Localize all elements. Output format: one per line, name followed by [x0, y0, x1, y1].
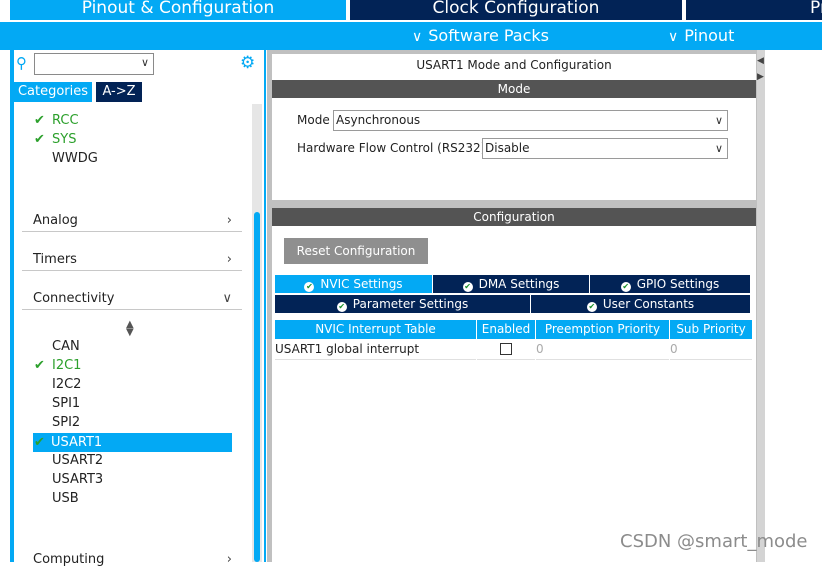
tree-item-usart1[interactable]: ✔ USART1	[33, 433, 232, 452]
pinout-menu[interactable]: ∨ Pinout	[668, 22, 734, 50]
chevron-down-icon: ∨	[668, 29, 679, 45]
tree-item-spi2[interactable]: SPI2	[34, 413, 80, 432]
tab-user-constants[interactable]: ✔ User Constants	[531, 295, 750, 313]
column-header-interrupt[interactable]: NVIC Interrupt Table	[275, 320, 476, 339]
chevron-down-icon: ∨	[222, 291, 232, 306]
tree-item-spi1[interactable]: SPI1	[34, 394, 80, 413]
sort-icon[interactable]: ▲ ▼	[126, 320, 134, 338]
tree-item-usart3[interactable]: USART3	[34, 470, 103, 489]
search-input[interactable]: ∨	[34, 53, 154, 75]
reset-configuration-button[interactable]: Reset Configuration	[284, 238, 428, 264]
gear-icon[interactable]: ⚙	[240, 53, 255, 73]
tree-item-i2c1[interactable]: ✔ I2C1	[34, 356, 81, 375]
check-circle-icon: ✔	[620, 282, 631, 292]
collapse-arrow-icon: ◀	[757, 56, 764, 66]
chevron-right-icon: ›	[226, 252, 232, 267]
watermark: CSDN @smart_mode	[620, 531, 808, 552]
check-circle-icon: ✔	[586, 302, 597, 312]
chevron-down-icon: ∨	[714, 142, 723, 155]
check-circle-icon: ✔	[336, 302, 347, 312]
chevron-down-icon: ∨	[714, 114, 723, 127]
table-cell-enabled	[477, 340, 535, 360]
check-icon: ✔	[34, 358, 45, 373]
tree-item-sys[interactable]: ✔ SYS	[34, 130, 76, 149]
table-cell-preemption[interactable]: 0	[536, 340, 669, 360]
tree-item-rcc[interactable]: ✔ RCC	[34, 111, 79, 130]
flow-control-select[interactable]: Disable ∨	[482, 138, 728, 159]
tab-gpio-settings[interactable]: ✔ GPIO Settings	[590, 275, 750, 293]
tree-scrollbar-thumb[interactable]	[254, 212, 260, 562]
tree-item-i2c2[interactable]: I2C2	[34, 375, 81, 394]
check-circle-icon: ✔	[462, 282, 473, 292]
tab-dma-settings[interactable]: ✔ DMA Settings	[433, 275, 589, 293]
enabled-checkbox[interactable]	[500, 343, 512, 355]
tab-nvic-settings[interactable]: ✔ NVIC Settings	[275, 275, 432, 293]
mode-label: Mode	[297, 113, 330, 127]
configuration-header: Configuration	[272, 208, 756, 226]
chevron-right-icon: ›	[226, 213, 232, 228]
check-icon: ✔	[34, 132, 45, 147]
tree-item-can[interactable]: CAN	[34, 337, 80, 356]
chevron-down-icon: ∨	[412, 29, 423, 45]
mode-select[interactable]: Asynchronous ∨	[333, 110, 728, 131]
check-icon: ✔	[34, 113, 45, 128]
tab-parameter-settings[interactable]: ✔ Parameter Settings	[275, 295, 530, 313]
group-analog[interactable]: Analog ›	[22, 211, 242, 232]
group-connectivity[interactable]: Connectivity ∨	[22, 289, 242, 310]
chevron-right-icon: ›	[226, 552, 232, 567]
column-header-sub-priority[interactable]: Sub Priority	[670, 320, 752, 339]
tree-item-usart2[interactable]: USART2	[34, 451, 103, 470]
flow-control-label: Hardware Flow Control (RS232)	[297, 141, 486, 155]
check-circle-icon: ✔	[304, 282, 315, 292]
group-timers[interactable]: Timers ›	[22, 250, 242, 271]
splitter[interactable]: ◀ ▶	[757, 50, 765, 562]
check-icon: ✔	[34, 435, 45, 450]
tree-item-wwdg[interactable]: WWDG	[34, 149, 98, 168]
tab-pinout-configuration[interactable]: Pinout & Configuration	[10, 0, 346, 20]
tab-categories[interactable]: Categories	[14, 82, 92, 102]
mode-header: Mode	[272, 80, 756, 98]
search-icon[interactable]: ⚲	[16, 54, 27, 72]
column-header-enabled[interactable]: Enabled	[477, 320, 535, 339]
software-packs-menu[interactable]: ∨ Software Packs	[412, 22, 549, 50]
tab-project-manager[interactable]: Proje	[686, 0, 822, 20]
tab-a-z[interactable]: A->Z	[96, 82, 142, 102]
column-header-preemption[interactable]: Preemption Priority	[536, 320, 669, 339]
expand-arrow-icon: ▶	[757, 72, 764, 82]
group-computing[interactable]: Computing ›	[22, 550, 242, 570]
table-cell-sub-priority[interactable]: 0	[670, 340, 752, 360]
chevron-down-icon: ∨	[140, 56, 149, 69]
page-title: USART1 Mode and Configuration	[416, 58, 612, 72]
table-cell-interrupt: USART1 global interrupt	[275, 340, 476, 360]
tab-clock-configuration[interactable]: Clock Configuration	[350, 0, 682, 20]
tree-item-usb[interactable]: USB	[34, 489, 79, 508]
